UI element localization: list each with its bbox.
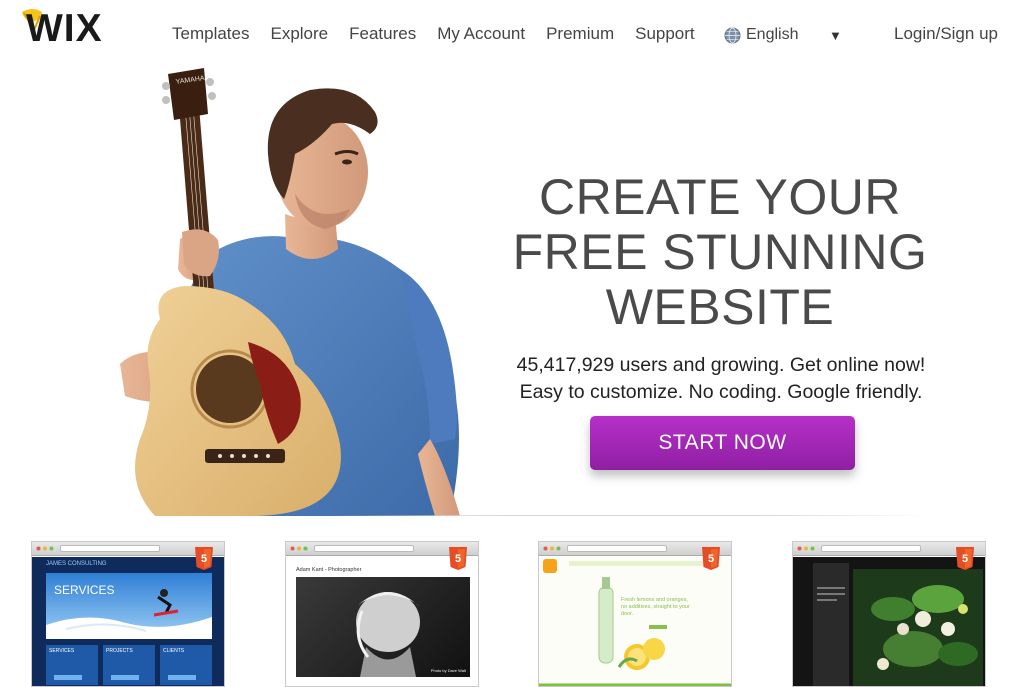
nav-features[interactable]: Features (349, 24, 416, 44)
photo-caption: Photo by Dave Walt (430, 668, 466, 673)
template-banner: SERVICES (54, 583, 115, 597)
hero-headline: CREATE YOUR FREE STUNNING WEBSITE (490, 170, 950, 335)
nav-explore[interactable]: Explore (270, 24, 328, 44)
template-thumbnail-drink[interactable]: Fresh lemons and oranges, no additives, … (538, 541, 732, 687)
nav-my-account[interactable]: My Account (437, 24, 525, 44)
login-signup-link[interactable]: Login/Sign up (894, 24, 998, 44)
salad-image (853, 569, 983, 686)
headline-line-2: FREE STUNNING (512, 224, 928, 280)
headline-line-1: CREATE YOUR (538, 169, 902, 225)
html5-icon: 5 (195, 547, 213, 570)
hero-guitarist-image: YAMAHA (120, 68, 460, 516)
drink-tagline: Fresh lemons and oranges, no additives, … (621, 597, 690, 617)
nav-premium[interactable]: Premium (546, 24, 614, 44)
headline-line-3: WEBSITE (605, 279, 835, 335)
tagline-line-1: 45,417,929 users and growing. Get online… (516, 354, 926, 376)
svg-text:5: 5 (201, 553, 207, 565)
language-selector[interactable]: English (724, 26, 798, 44)
globe-icon (724, 27, 741, 43)
tagline-line-2: Easy to customize. No coding. Google fri… (519, 381, 923, 403)
html5-icon: 5 (449, 547, 467, 570)
portrait-photo (356, 592, 420, 677)
wix-logo[interactable]: WIX (18, 4, 154, 48)
box-1-title: SERVICES (49, 648, 75, 654)
chevron-down-icon[interactable]: ▼ (829, 28, 842, 43)
template-thumbnail-photographer[interactable]: Adam Kant - Photographer Photo by Dave W… (285, 541, 479, 687)
start-now-button[interactable]: START NOW (590, 416, 855, 470)
main-nav: Templates Explore Features My Account Pr… (172, 24, 716, 44)
nav-support[interactable]: Support (635, 24, 695, 44)
svg-text:5: 5 (455, 553, 461, 565)
nav-templates[interactable]: Templates (172, 24, 249, 44)
template-thumbnail-business[interactable]: JAMES CONSULTING SERVICES SERVICES PROJE… (31, 541, 225, 687)
box-2-title: PROJECTS (106, 648, 133, 654)
language-label: English (746, 26, 799, 43)
box-3-title: CLIENTS (163, 648, 185, 654)
hero-tagline: 45,417,929 users and growing. Get online… (486, 352, 956, 406)
logo-text: WIX (26, 7, 103, 48)
template-title: Adam Kant - Photographer (296, 567, 362, 573)
top-header: WIX Templates Explore Features My Accoun… (0, 0, 1024, 64)
template-thumbnail-restaurant[interactable]: 5 (792, 541, 986, 687)
html5-icon: 5 (956, 547, 974, 570)
template-brand: JAMES CONSULTING (46, 561, 107, 567)
section-divider (330, 515, 930, 516)
drink-image (539, 577, 731, 686)
svg-text:5: 5 (708, 553, 714, 565)
svg-text:5: 5 (962, 553, 968, 565)
html5-icon: 5 (702, 547, 720, 570)
